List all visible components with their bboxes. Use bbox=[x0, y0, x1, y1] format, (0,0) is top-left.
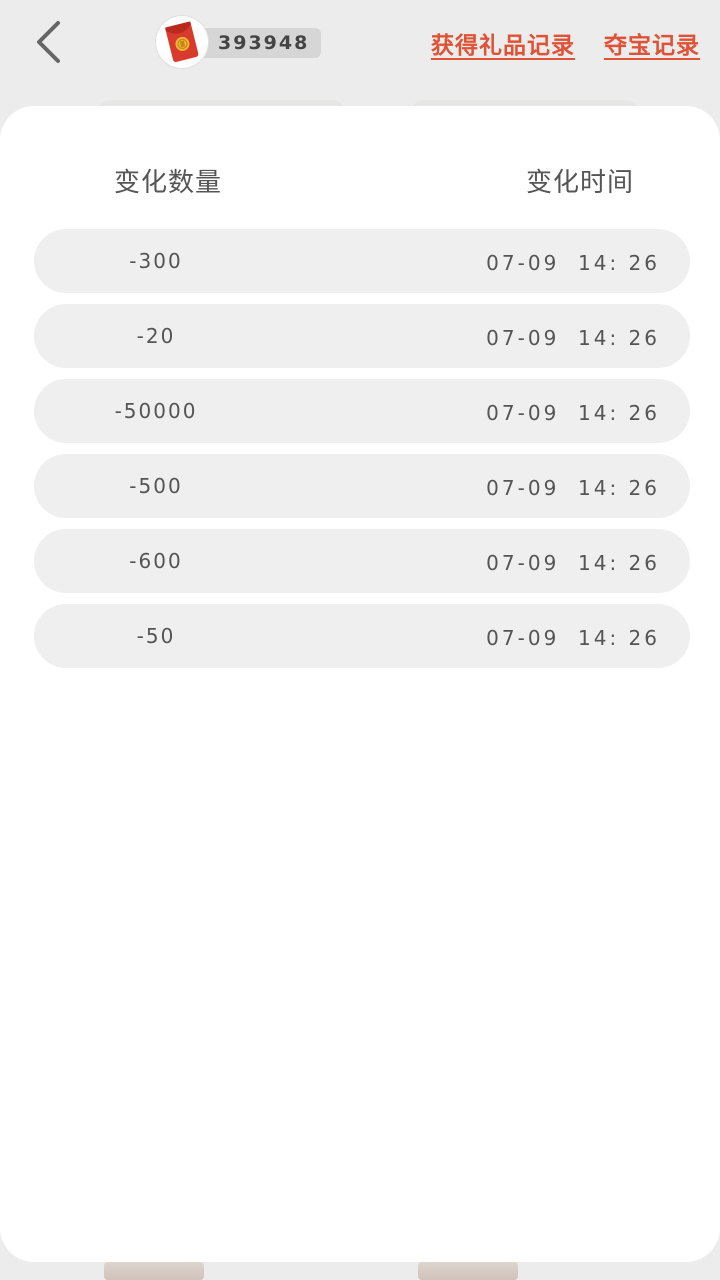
records-list: -300 07-09 14: 26 -20 07-09 14: 26 -5000… bbox=[34, 229, 690, 679]
row-time: 07-09 14: 26 bbox=[486, 626, 660, 650]
coin-balance-value: 393948 bbox=[196, 28, 322, 58]
gift-records-link[interactable]: 获得礼品记录 bbox=[431, 26, 575, 60]
table-row: -600 07-09 14: 26 bbox=[34, 529, 690, 593]
row-time: 07-09 14: 26 bbox=[486, 401, 660, 425]
row-amount: -50 bbox=[136, 624, 176, 648]
table-row: -50 07-09 14: 26 bbox=[34, 604, 690, 668]
row-amount: -600 bbox=[129, 549, 183, 573]
chevron-left-icon bbox=[34, 20, 62, 68]
background-thumbnail-left bbox=[104, 1262, 204, 1280]
row-time: 07-09 14: 26 bbox=[486, 551, 660, 575]
column-header-time: 变化时间 bbox=[526, 168, 635, 198]
column-header-amount: 变化数量 bbox=[114, 168, 223, 198]
table-row: -300 07-09 14: 26 bbox=[34, 229, 690, 293]
row-time: 07-09 14: 26 bbox=[486, 326, 660, 350]
top-bar: 393948 获得礼品记录 夺宝记录 bbox=[0, 0, 720, 90]
row-amount: -50000 bbox=[114, 399, 198, 423]
row-amount: -500 bbox=[129, 474, 183, 498]
table-row: -50000 07-09 14: 26 bbox=[34, 379, 690, 443]
row-amount: -20 bbox=[136, 324, 176, 348]
background-thumbnail-right bbox=[418, 1262, 518, 1280]
back-button[interactable] bbox=[28, 18, 68, 70]
row-amount: -300 bbox=[129, 249, 183, 273]
row-time: 07-09 14: 26 bbox=[486, 476, 660, 500]
treasure-records-link[interactable]: 夺宝记录 bbox=[604, 26, 700, 60]
table-row: -20 07-09 14: 26 bbox=[34, 304, 690, 368]
red-packet-icon bbox=[156, 16, 208, 68]
table-row: -500 07-09 14: 26 bbox=[34, 454, 690, 518]
row-time: 07-09 14: 26 bbox=[486, 251, 660, 275]
records-panel: 变化数量 变化时间 -300 07-09 14: 26 -20 07-09 14… bbox=[0, 106, 720, 1262]
